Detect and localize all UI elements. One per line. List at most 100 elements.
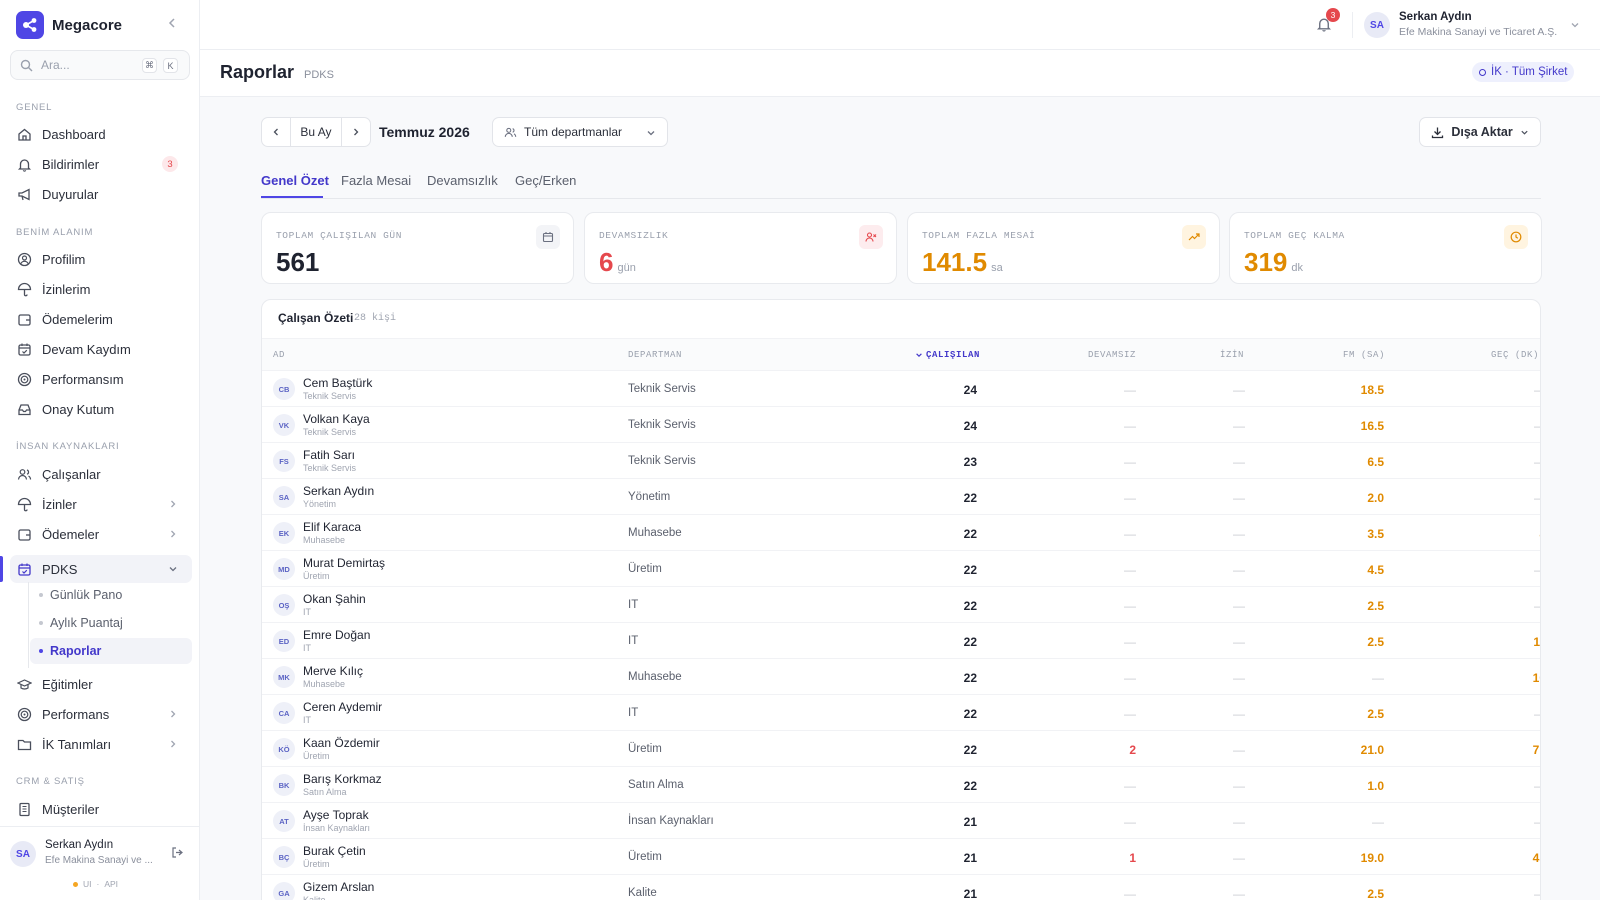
search-placeholder: Ara... <box>41 58 70 72</box>
department-select[interactable]: Tüm departmanlar <box>492 117 668 147</box>
search-input[interactable]: Ara... ⌘ K <box>10 50 190 80</box>
sidebar-item-announcements[interactable]: Duyurular <box>10 180 192 208</box>
section-benim-alanim: BENİM ALANIM <box>16 227 94 238</box>
sidebar-subitem-reports[interactable]: Raporlar <box>30 638 192 664</box>
cell-leave: — <box>1233 419 1245 433</box>
cell-worked: 22 <box>963 635 977 649</box>
user-circle-icon <box>17 252 32 266</box>
avatar: SA <box>273 486 295 508</box>
stat-unit: sa <box>991 262 1003 274</box>
sidebar-item-notifications[interactable]: Bildirimler 3 <box>10 150 192 178</box>
tab-general-summary[interactable]: Genel Özet <box>261 173 329 188</box>
sidebar-subitem-daily-board[interactable]: Günlük Pano <box>30 582 192 608</box>
avatar: ED <box>273 630 295 652</box>
graduation-cap-icon <box>17 678 32 690</box>
cell-late: — <box>1486 887 1540 900</box>
cell-overtime: 1.0 <box>1367 779 1384 793</box>
table-row[interactable]: KÖKaan ÖzdemirÜretimÜretim222—21.071 <box>262 730 1540 766</box>
sidebar-item-label: Dashboard <box>42 126 106 142</box>
avatar: CA <box>273 702 295 724</box>
table-row[interactable]: CB Cem Baştürk Teknik Servis Teknik Servis 2… <box>262 370 1540 406</box>
umbrella-icon <box>17 282 32 296</box>
chevron-right-icon <box>171 710 176 718</box>
next-month-button[interactable] <box>341 117 371 147</box>
notification-count-badge: 3 <box>162 156 178 172</box>
export-button[interactable]: Dışa Aktar <box>1419 117 1541 147</box>
scope-ring-icon <box>1479 68 1486 76</box>
table-row[interactable]: AT Ayşe Toprak İnsan Kaynakları İnsan Kayna… <box>262 802 1540 838</box>
table-row[interactable]: OŞOkan ŞahinITIT22——2.5— <box>262 586 1540 622</box>
sidebar-item-label: İzinlerim <box>42 281 91 297</box>
column-header-overtime[interactable]: FM (SA) <box>1343 350 1385 360</box>
table-row[interactable]: MKMerve KılıçMuhasebeMuhasebe22———10 <box>262 658 1540 694</box>
column-header-name[interactable]: AD <box>273 350 285 360</box>
table-row[interactable]: EDEmre DoğanITIT22——2.511 <box>262 622 1540 658</box>
table-row[interactable]: FS Fatih Sarı Teknik Servis Teknik Servis 23… <box>262 442 1540 478</box>
chevron-right-icon <box>354 128 359 136</box>
status-dot-icon <box>73 881 78 887</box>
cell-worked: 21 <box>963 851 977 865</box>
sidebar-item-performance[interactable]: Performans <box>10 700 192 728</box>
page-title: Raporlar <box>220 62 295 82</box>
column-header-absent[interactable]: DEVAMSIZ <box>1088 350 1136 360</box>
tab-late-early[interactable]: Geç/Erken <box>515 173 576 188</box>
table-row[interactable]: CACeren AydemirITIT22——2.5— <box>262 694 1540 730</box>
avatar: MK <box>273 666 295 688</box>
employee-department-sub: IT <box>303 715 311 725</box>
sidebar-item-my-payments[interactable]: Ödemelerim <box>10 305 192 333</box>
sidebar-item-label: Ödemelerim <box>42 311 113 327</box>
sidebar-item-hr-definitions[interactable]: İK Tanımları <box>10 730 192 758</box>
employee-name: Burak Çetin <box>303 844 366 858</box>
avatar[interactable]: SA <box>10 841 36 867</box>
sidebar-item-payments[interactable]: Ödemeler <box>10 520 192 548</box>
calendar-icon <box>536 225 560 249</box>
sidebar-item-approvals[interactable]: Onay Kutum <box>10 395 192 423</box>
employee-department-sub: Teknik Servis <box>303 391 357 401</box>
cell-overtime: 2.5 <box>1367 599 1384 613</box>
this-month-button[interactable]: Bu Ay <box>290 117 342 147</box>
table-row[interactable]: SASerkan AydınYönetimYönetim22——2.0— <box>262 478 1540 514</box>
user-menu[interactable]: SA Serkan Aydın Efe Makina Sanayi ve Tic… <box>1364 10 1594 40</box>
sidebar-item-pdks[interactable]: PDKS <box>10 555 192 583</box>
cell-overtime: 21.0 <box>1360 743 1384 757</box>
target-icon <box>17 372 32 386</box>
sidebar-item-my-performance[interactable]: Performansım <box>10 365 192 393</box>
sidebar-item-profile[interactable]: Profilim <box>10 245 192 273</box>
table-row[interactable]: EKElif KaracaMuhasebeMuhasebe22——3.58 <box>262 514 1540 550</box>
sidebar-item-my-leaves[interactable]: İzinlerim <box>10 275 192 303</box>
sidebar-item-trainings[interactable]: Eğitimler <box>10 670 192 698</box>
column-header-worked[interactable]: ÇALIŞILAN <box>915 350 980 360</box>
folder-icon <box>17 739 32 750</box>
megaphone-icon <box>18 187 30 201</box>
bullet-icon <box>39 593 43 597</box>
employee-name: Volkan Kaya <box>303 412 370 426</box>
brand[interactable]: Megacore <box>16 11 122 39</box>
sidebar-item-leaves[interactable]: İzinler <box>10 490 192 518</box>
table-row[interactable]: BK Barış Korkmaz Satın Alma Satın Alma 22— —1… <box>262 766 1540 802</box>
notifications-button[interactable]: 3 <box>1316 8 1340 34</box>
separator: · <box>96 879 100 889</box>
collapse-sidebar-icon[interactable] <box>165 16 179 30</box>
table-row[interactable]: GAGizem ArslanKaliteKalite21——2.5— <box>262 874 1540 900</box>
logout-icon[interactable] <box>171 846 184 859</box>
table-row[interactable]: BÇBurak ÇetinÜretimÜretim211—19.045 <box>262 838 1540 874</box>
sidebar-item-customers[interactable]: Müşteriler <box>10 795 192 823</box>
sidebar-item-employees[interactable]: Çalışanlar <box>10 460 192 488</box>
page-subtitle: PDKS <box>304 69 334 81</box>
chevron-right-icon <box>171 740 176 748</box>
previous-month-button[interactable] <box>261 117 291 147</box>
cell-leave: — <box>1233 527 1245 541</box>
sidebar-subitem-monthly-timesheet[interactable]: Aylık Puantaj <box>30 610 192 636</box>
sidebar-item-dashboard[interactable]: Dashboard <box>10 120 192 148</box>
cell-absent: — <box>1124 455 1136 469</box>
column-header-leave[interactable]: İZİN <box>1220 350 1244 360</box>
table-row[interactable]: VK Volkan Kaya Teknik Servis Teknik Servis 2… <box>262 406 1540 442</box>
sidebar-item-attendance[interactable]: Devam Kaydım <box>10 335 192 363</box>
stat-title: TOPLAM FAZLA MESAİ <box>922 230 1036 241</box>
stat-number: 319 <box>1244 247 1288 277</box>
tab-overtime[interactable]: Fazla Mesai <box>341 173 411 188</box>
table-row[interactable]: MDMurat DemirtaşÜretimÜretim22——4.5— <box>262 550 1540 586</box>
column-header-late[interactable]: GEÇ (DK) <box>1491 350 1539 360</box>
tab-absence[interactable]: Devamsızlık <box>427 173 498 188</box>
column-header-department[interactable]: DEPARTMAN <box>628 350 682 360</box>
